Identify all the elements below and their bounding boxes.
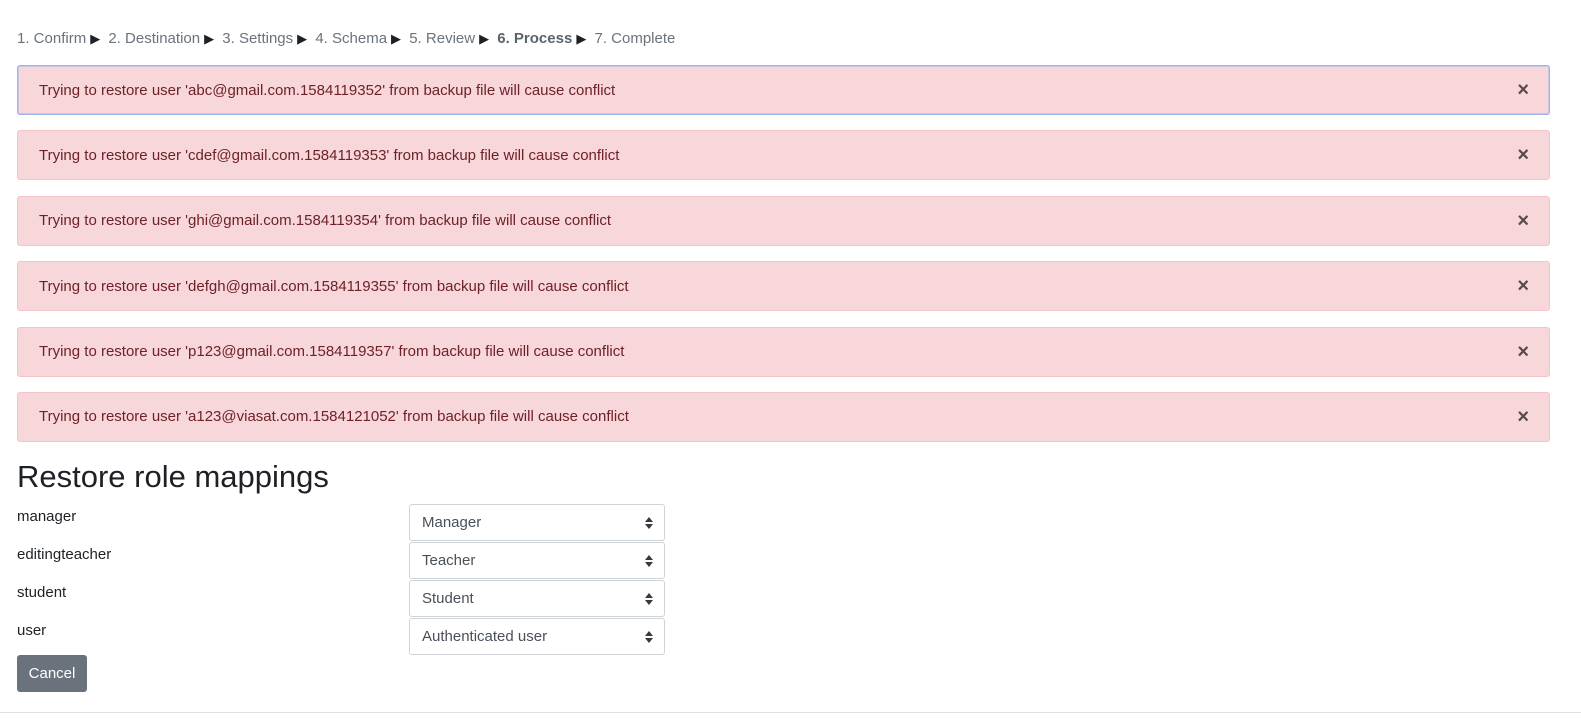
step-complete: 7. Complete	[594, 30, 676, 47]
close-icon[interactable]: ×	[1517, 342, 1529, 362]
cancel-button[interactable]: Cancel	[17, 655, 87, 692]
conflict-alert: Trying to restore user 'a123@viasat.com.…	[17, 391, 1550, 442]
role-label: manager	[17, 508, 77, 525]
alert-message: Trying to restore user 'ghi@gmail.com.15…	[39, 212, 612, 230]
step-arrow-icon: ▶	[391, 31, 402, 46]
role-label: user	[17, 622, 47, 639]
step-settings: 3. Settings	[222, 30, 294, 47]
conflict-alert: Trying to restore user 'ghi@gmail.com.15…	[17, 195, 1550, 246]
conflict-alert: Trying to restore user 'defgh@gmail.com.…	[17, 261, 1550, 312]
role-select-user[interactable]: Authenticated user	[409, 618, 665, 655]
alert-message: Trying to restore user 'defgh@gmail.com.…	[39, 277, 629, 295]
role-mapping-row-student: student Student	[17, 580, 667, 618]
alert-message: Trying to restore user 'abc@gmail.com.15…	[39, 81, 616, 99]
role-mapping-row-editingteacher: editingteacher Teacher	[17, 542, 667, 580]
conflict-alert: Trying to restore user 'abc@gmail.com.15…	[17, 65, 1550, 115]
conflict-alert: Trying to restore user 'cdef@gmail.com.1…	[17, 130, 1550, 181]
close-icon[interactable]: ×	[1517, 276, 1529, 296]
role-label: editingteacher	[17, 546, 112, 563]
role-select-value: Manager	[422, 514, 482, 531]
step-process-current: 6. Process	[497, 30, 573, 47]
role-select-editingteacher[interactable]: Teacher	[409, 542, 665, 579]
step-review: 5. Review	[409, 30, 476, 47]
role-mappings-heading: Restore role mappings	[17, 459, 329, 494]
role-select-value: Teacher	[422, 552, 476, 569]
step-schema: 4. Schema	[315, 30, 388, 47]
select-arrows-icon	[645, 516, 653, 529]
role-label: student	[17, 584, 67, 601]
close-icon[interactable]: ×	[1517, 145, 1529, 165]
step-arrow-icon: ▶	[297, 31, 308, 46]
alert-message: Trying to restore user 'a123@viasat.com.…	[39, 408, 629, 426]
step-confirm: 1. Confirm	[17, 30, 87, 47]
close-icon[interactable]: ×	[1517, 407, 1529, 427]
role-select-value: Authenticated user	[422, 628, 548, 645]
close-icon[interactable]: ×	[1517, 211, 1529, 231]
alert-message: Trying to restore user 'cdef@gmail.com.1…	[39, 146, 620, 164]
conflict-alerts: Trying to restore user 'abc@gmail.com.15…	[17, 65, 1550, 457]
step-arrow-icon: ▶	[479, 31, 490, 46]
role-select-student[interactable]: Student	[409, 580, 665, 617]
role-select-value: Student	[422, 590, 474, 607]
role-mapping-row-user: user Authenticated user	[17, 618, 667, 656]
role-select-manager[interactable]: Manager	[409, 504, 665, 541]
close-icon[interactable]: ×	[1517, 80, 1529, 100]
step-arrow-icon: ▶	[576, 31, 587, 46]
alert-message: Trying to restore user 'p123@gmail.com.1…	[39, 343, 625, 361]
role-mapping-row-manager: manager Manager	[17, 504, 667, 542]
divider	[0, 712, 1581, 713]
select-arrows-icon	[645, 630, 653, 643]
step-destination: 2. Destination	[108, 30, 201, 47]
select-arrows-icon	[645, 554, 653, 567]
step-arrow-icon: ▶	[204, 31, 215, 46]
step-arrow-icon: ▶	[90, 31, 101, 46]
conflict-alert: Trying to restore user 'p123@gmail.com.1…	[17, 326, 1550, 377]
restore-progress-breadcrumb: 1. Confirm ▶ 2. Destination ▶ 3. Settings ▶…	[17, 29, 675, 49]
select-arrows-icon	[645, 592, 653, 605]
